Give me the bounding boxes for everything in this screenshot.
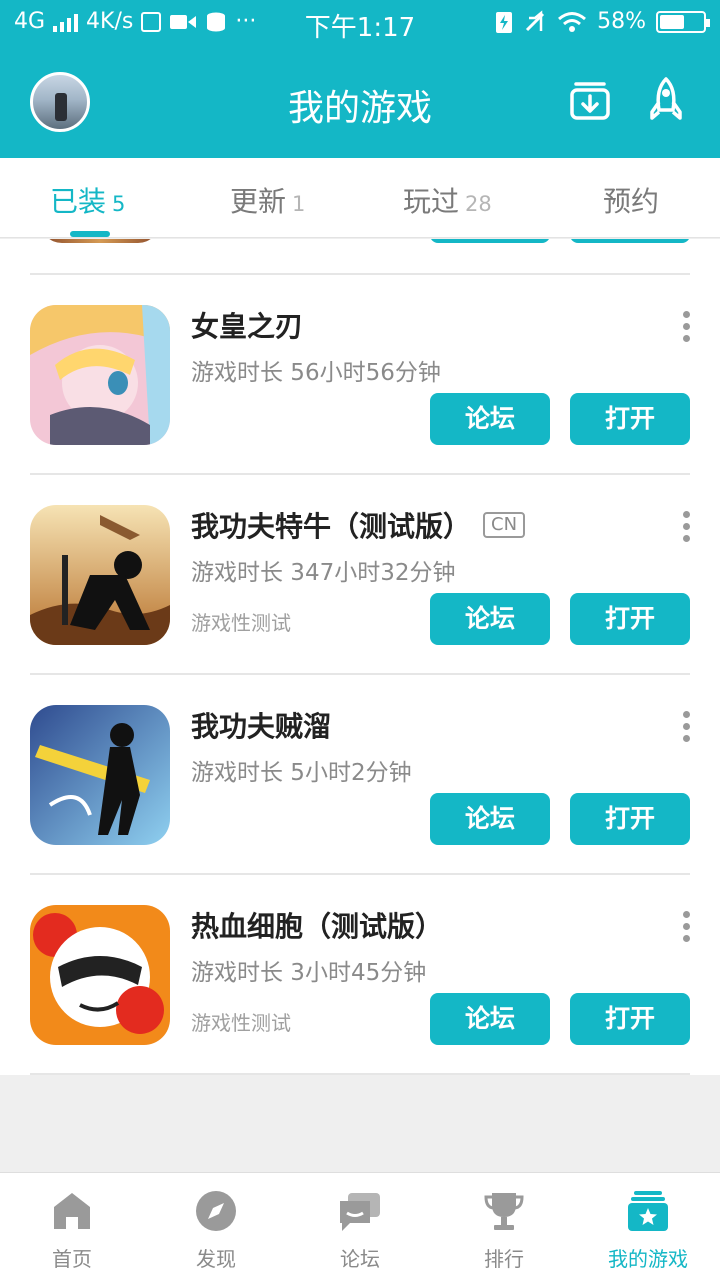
nav-label: 首页 — [52, 1247, 92, 1271]
top-bar: 4G 4K/s ··· 下午1:17 58% 我的游戏 — [0, 0, 720, 158]
forum-button[interactable]: 论坛 — [430, 593, 550, 645]
tab-label: 更新 — [230, 185, 287, 218]
tab-reserved[interactable]: 预约 — [603, 180, 659, 220]
list-item: 我功夫贼溜 游戏时长 5小时2分钟 论坛 打开 — [0, 673, 720, 873]
game-thumbnail[interactable] — [30, 305, 170, 445]
more-options-icon[interactable] — [678, 911, 694, 951]
tab-count: 1 — [292, 192, 306, 216]
nav-my-games[interactable]: 我的游戏 — [576, 1173, 720, 1280]
game-name: 热血细胞（测试版） — [191, 910, 444, 943]
list-item: 热血细胞（测试版） 游戏时长 3小时45分钟 游戏性测试 论坛 打开 — [0, 873, 720, 1073]
game-list[interactable]: 女皇之刃 游戏时长 56小时56分钟 论坛 打开 我功夫特牛（测试版） CN 游… — [0, 239, 720, 1075]
forum-button[interactable] — [430, 239, 550, 243]
home-icon — [54, 1193, 90, 1229]
battery-fill — [660, 14, 684, 29]
nav-label: 我的游戏 — [608, 1247, 688, 1271]
tab-indicator — [70, 231, 110, 237]
tab-label: 玩过 — [403, 185, 460, 218]
test-note: 游戏性测试 — [191, 611, 291, 635]
forum-button[interactable]: 论坛 — [430, 393, 550, 445]
tab-played[interactable]: 玩过 28 — [403, 180, 492, 220]
nav-label: 排行 — [484, 1247, 524, 1271]
test-note: 游戏性测试 — [191, 1011, 291, 1035]
forum-button[interactable]: 论坛 — [430, 993, 550, 1045]
tab-count: 28 — [465, 192, 492, 216]
rocket-icon[interactable] — [642, 76, 690, 124]
forum-icon — [340, 1193, 380, 1231]
forum-button[interactable]: 论坛 — [430, 793, 550, 845]
game-playtime: 游戏时长 5小时2分钟 — [191, 760, 412, 786]
tab-count: 5 — [112, 192, 126, 216]
charging-icon — [496, 11, 513, 33]
more-options-icon[interactable] — [678, 311, 694, 351]
game-name: 我功夫贼溜 — [191, 710, 332, 743]
game-thumbnail[interactable] — [30, 705, 170, 845]
region-badge: CN — [483, 512, 526, 538]
open-button[interactable]: 打开 — [570, 793, 690, 845]
more-options-icon[interactable] — [678, 511, 694, 551]
open-button[interactable]: 打开 — [570, 593, 690, 645]
wifi-icon — [558, 11, 587, 32]
list-item: 我功夫特牛（测试版） CN 游戏时长 347小时32分钟 游戏性测试 论坛 打开 — [0, 473, 720, 673]
tab-label: 已装 — [50, 185, 107, 218]
divider — [30, 1073, 690, 1075]
game-playtime: 游戏时长 56小时56分钟 — [191, 360, 441, 386]
more-options-icon[interactable] — [678, 711, 694, 751]
nav-ranking[interactable]: 排行 — [432, 1173, 576, 1280]
nav-forum[interactable]: 论坛 — [288, 1173, 432, 1280]
nav-label: 论坛 — [340, 1247, 380, 1271]
game-name: 女皇之刃 — [191, 310, 304, 343]
compass-icon — [196, 1191, 236, 1231]
open-button[interactable]: 打开 — [570, 993, 690, 1045]
nav-label: 发现 — [196, 1247, 236, 1271]
open-button[interactable]: 打开 — [570, 393, 690, 445]
bottom-navigation: 首页 发现 论坛 排行 我的游戏 — [0, 1172, 720, 1280]
app-header: 我的游戏 — [0, 46, 720, 158]
trophy-icon — [484, 1193, 524, 1230]
tab-label: 预约 — [603, 185, 660, 218]
tab-bar: 已装 5 更新 1 玩过 28 预约 — [0, 158, 720, 238]
list-item-partial — [0, 239, 720, 275]
game-thumbnail[interactable] — [30, 505, 170, 645]
nav-home[interactable]: 首页 — [0, 1173, 144, 1280]
tab-updates[interactable]: 更新 1 — [230, 180, 305, 220]
battery-icon — [656, 10, 710, 33]
game-thumbnail[interactable] — [30, 905, 170, 1045]
download-manager-icon[interactable] — [566, 76, 614, 124]
game-thumbnail — [40, 239, 160, 243]
list-item: 女皇之刃 游戏时长 56小时56分钟 论坛 打开 — [0, 273, 720, 473]
battery-percent: 58% — [597, 9, 646, 34]
tab-installed[interactable]: 已装 5 — [50, 180, 125, 220]
my-games-icon — [628, 1191, 668, 1231]
game-playtime: 游戏时长 347小时32分钟 — [191, 560, 456, 586]
mute-icon — [526, 9, 545, 31]
game-playtime: 游戏时长 3小时45分钟 — [191, 960, 427, 986]
open-button[interactable] — [570, 239, 690, 243]
status-bar: 4G 4K/s ··· 下午1:17 58% — [0, 0, 720, 46]
nav-discover[interactable]: 发现 — [144, 1173, 288, 1280]
game-name: 我功夫特牛（测试版） — [191, 510, 472, 543]
